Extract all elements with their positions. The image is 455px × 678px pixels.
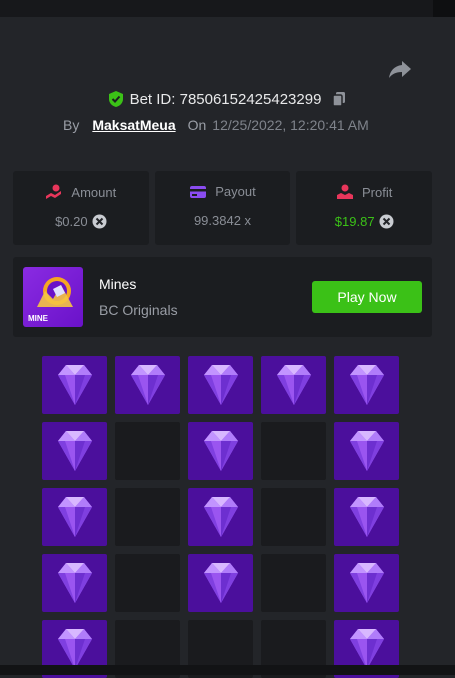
amount-icon: [46, 184, 62, 199]
bet-author-row: By MaksatMeua On 12/25/2022, 12:20:41 AM: [63, 115, 369, 135]
bottom-bar: [0, 665, 455, 675]
game-name[interactable]: Mines: [99, 276, 136, 292]
mine-tile-gem[interactable]: [42, 488, 107, 546]
bet-id: Bet ID: 78506152425423299: [129, 90, 322, 108]
gem-icon: [57, 497, 92, 537]
gem-icon: [57, 365, 92, 405]
copy-icon[interactable]: [331, 91, 347, 107]
stat-amount: Amount $0.20: [13, 171, 149, 245]
stat-label: Payout: [215, 184, 256, 199]
mine-tile-gem[interactable]: [188, 554, 253, 612]
game-card: MINE Mines BC Originals Play Now: [13, 257, 432, 337]
mine-tile-gem[interactable]: [334, 554, 399, 612]
mine-tile-gem[interactable]: [334, 422, 399, 480]
mine-tile-gem[interactable]: [334, 488, 399, 546]
gem-icon: [203, 431, 238, 471]
username-link[interactable]: MaksatMeua: [92, 117, 175, 133]
gem-icon: [57, 563, 92, 603]
gem-icon: [349, 497, 384, 537]
gem-icon: [203, 563, 238, 603]
mine-tile-empty[interactable]: [261, 422, 326, 480]
stat-value: $19.87: [334, 214, 375, 229]
share-button[interactable]: [388, 58, 412, 80]
profit-icon: [337, 184, 353, 199]
bet-id-row: Bet ID: 78506152425423299: [0, 88, 455, 110]
gem-icon: [349, 563, 384, 603]
gem-icon: [203, 365, 238, 405]
mine-tile-gem[interactable]: [261, 356, 326, 414]
play-now-button[interactable]: Play Now: [312, 281, 422, 313]
gem-icon: [203, 497, 238, 537]
top-bar: [0, 0, 455, 17]
mine-tile-gem[interactable]: [188, 422, 253, 480]
top-bar-corner: [433, 0, 455, 17]
stat-value: 99.3842 x: [193, 213, 252, 228]
mine-tile-empty[interactable]: [261, 488, 326, 546]
share-icon: [389, 61, 411, 78]
mine-tile-empty[interactable]: [115, 488, 180, 546]
mine-tile-empty[interactable]: [261, 554, 326, 612]
bet-date: 12/25/2022, 12:20:41 AM: [212, 117, 369, 133]
mine-tile-gem[interactable]: [188, 488, 253, 546]
bet-stats: Amount $0.20 Payout 99.3842 x Profit $19…: [13, 171, 433, 245]
gem-icon: [130, 365, 165, 405]
mine-tile-gem[interactable]: [115, 356, 180, 414]
mine-tile-gem[interactable]: [42, 422, 107, 480]
stat-label: Profit: [362, 184, 393, 200]
payout-icon: [190, 185, 207, 198]
stat-profit: Profit $19.87: [296, 171, 433, 245]
game-provider: BC Originals: [99, 302, 178, 318]
gem-icon: [349, 365, 384, 405]
stat-payout: Payout 99.3842 x: [154, 171, 291, 245]
coin-icon: [379, 214, 394, 229]
verified-shield-icon: [108, 90, 124, 108]
coin-icon: [92, 214, 107, 229]
gem-icon: [57, 431, 92, 471]
gem-icon: [276, 365, 311, 405]
mine-tile-gem[interactable]: [334, 356, 399, 414]
mine-tile-empty[interactable]: [115, 422, 180, 480]
on-label: On: [187, 117, 207, 133]
by-label: By: [63, 117, 80, 133]
stat-label: Amount: [71, 184, 117, 200]
thumbnail-label: MINE: [28, 314, 48, 323]
stat-value: $0.20: [55, 214, 88, 229]
mines-board: [42, 356, 400, 678]
mines-game-thumbnail[interactable]: MINE: [23, 267, 83, 327]
mine-tile-gem[interactable]: [188, 356, 253, 414]
mine-tile-empty[interactable]: [115, 554, 180, 612]
mine-tile-gem[interactable]: [42, 554, 107, 612]
mine-tile-gem[interactable]: [42, 356, 107, 414]
gem-icon: [349, 431, 384, 471]
